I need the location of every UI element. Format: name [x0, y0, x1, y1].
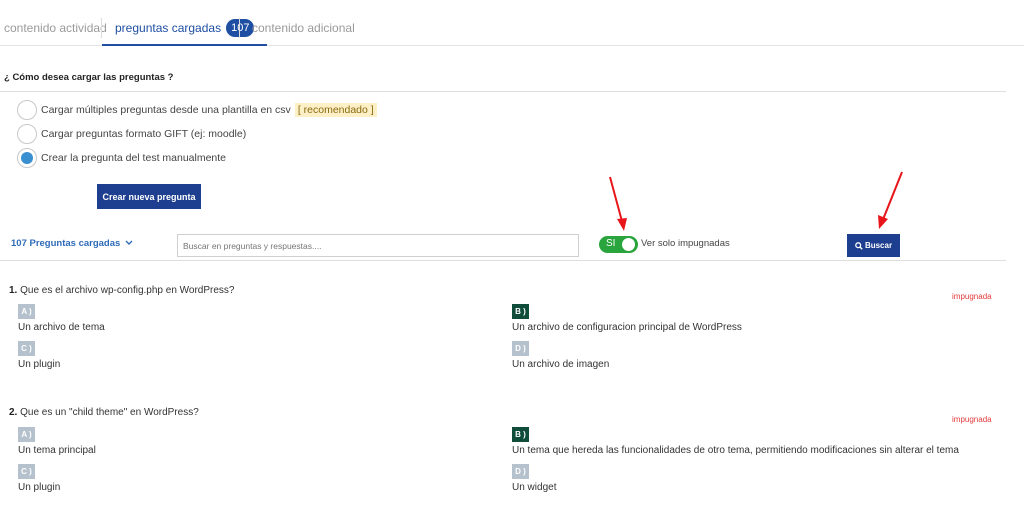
option-letter-badge: D )	[512, 464, 529, 479]
annotation-arrow-icon	[609, 176, 627, 231]
option-text: Un tema que hereda las funcionalidades d…	[512, 445, 959, 456]
radio-button-selected[interactable]	[17, 148, 37, 168]
toggle-state-label: SI	[606, 238, 616, 249]
status-badge: impugnada	[952, 415, 992, 424]
radio-button[interactable]	[17, 100, 37, 120]
question-title: 2. Que es un "child theme" en WordPress?	[9, 407, 199, 418]
recommended-tag: [ recomendado ]	[294, 103, 377, 117]
radio-option-gift[interactable]: Cargar preguntas formato GIFT (ej: moodl…	[17, 124, 246, 144]
correct-option-letter-badge: B )	[512, 427, 529, 442]
chevron-down-icon	[125, 240, 133, 245]
search-button[interactable]: Buscar	[847, 234, 900, 257]
tab-divider	[239, 18, 240, 38]
question-title: 1. Que es el archivo wp-config.php en Wo…	[9, 285, 235, 296]
option-letter-badge: A )	[18, 304, 35, 319]
option-letter-badge: C )	[18, 341, 35, 356]
annotation-arrow-icon	[878, 171, 903, 229]
question-number: 2.	[9, 407, 18, 418]
radio-button[interactable]	[17, 124, 37, 144]
option-text: Un plugin	[18, 482, 61, 493]
tab-contenido-adicional[interactable]: contenido adicional	[252, 0, 355, 46]
questions-count-badge: 107	[226, 18, 255, 37]
option-letter-badge: C )	[18, 464, 35, 479]
toggle-description: Ver solo impugnadas	[641, 238, 730, 249]
question-text: Que es el archivo wp-config.php en WordP…	[20, 285, 235, 296]
correct-option-letter-badge: B )	[512, 304, 529, 319]
search-input[interactable]	[177, 234, 579, 257]
tab-label: contenido adicional	[252, 21, 355, 35]
search-icon	[855, 241, 863, 250]
tab-label: contenido actividad	[4, 21, 107, 35]
question-text: Que es un "child theme" en WordPress?	[20, 407, 199, 418]
tab-label: preguntas cargadas	[115, 21, 222, 35]
radio-label: Crear la pregunta del test manualmente	[41, 152, 227, 164]
questions-count-dropdown[interactable]: 107 Preguntas cargadas	[11, 238, 133, 249]
option-letter-badge: A )	[18, 427, 35, 442]
radio-label: Cargar múltiples preguntas desde una pla…	[41, 104, 291, 116]
radio-option-csv[interactable]: Cargar múltiples preguntas desde una pla…	[17, 100, 377, 120]
option-text: Un archivo de tema	[18, 322, 105, 333]
divider	[0, 91, 1006, 92]
option-text: Un tema principal	[18, 445, 96, 456]
option-letter-badge: D )	[512, 341, 529, 356]
impugnadas-toggle[interactable]: SI	[599, 236, 638, 253]
divider	[0, 260, 1006, 261]
toggle-knob	[622, 238, 635, 251]
tab-bar: contenido actividad preguntas cargadas 10…	[0, 0, 1024, 46]
load-method-heading: ¿ Cómo desea cargar las preguntas ?	[4, 72, 174, 83]
radio-option-manual[interactable]: Crear la pregunta del test manualmente	[17, 148, 226, 168]
tab-contenido-actividad[interactable]: contenido actividad	[4, 0, 107, 46]
questions-count-label: 107 Preguntas cargadas	[11, 238, 121, 249]
question-number: 1.	[9, 285, 18, 296]
option-text: Un archivo de configuracion principal de…	[512, 322, 742, 333]
search-button-label: Buscar	[864, 241, 893, 250]
option-text: Un archivo de imagen	[512, 359, 610, 370]
status-badge: impugnada	[952, 292, 992, 301]
tab-preguntas-cargadas[interactable]: preguntas cargadas 107	[102, 0, 268, 46]
option-text: Un widget	[512, 482, 557, 493]
create-question-button[interactable]: Crear nueva pregunta	[97, 184, 201, 209]
option-text: Un plugin	[18, 359, 61, 370]
radio-label: Cargar preguntas formato GIFT (ej: moodl…	[41, 128, 247, 140]
